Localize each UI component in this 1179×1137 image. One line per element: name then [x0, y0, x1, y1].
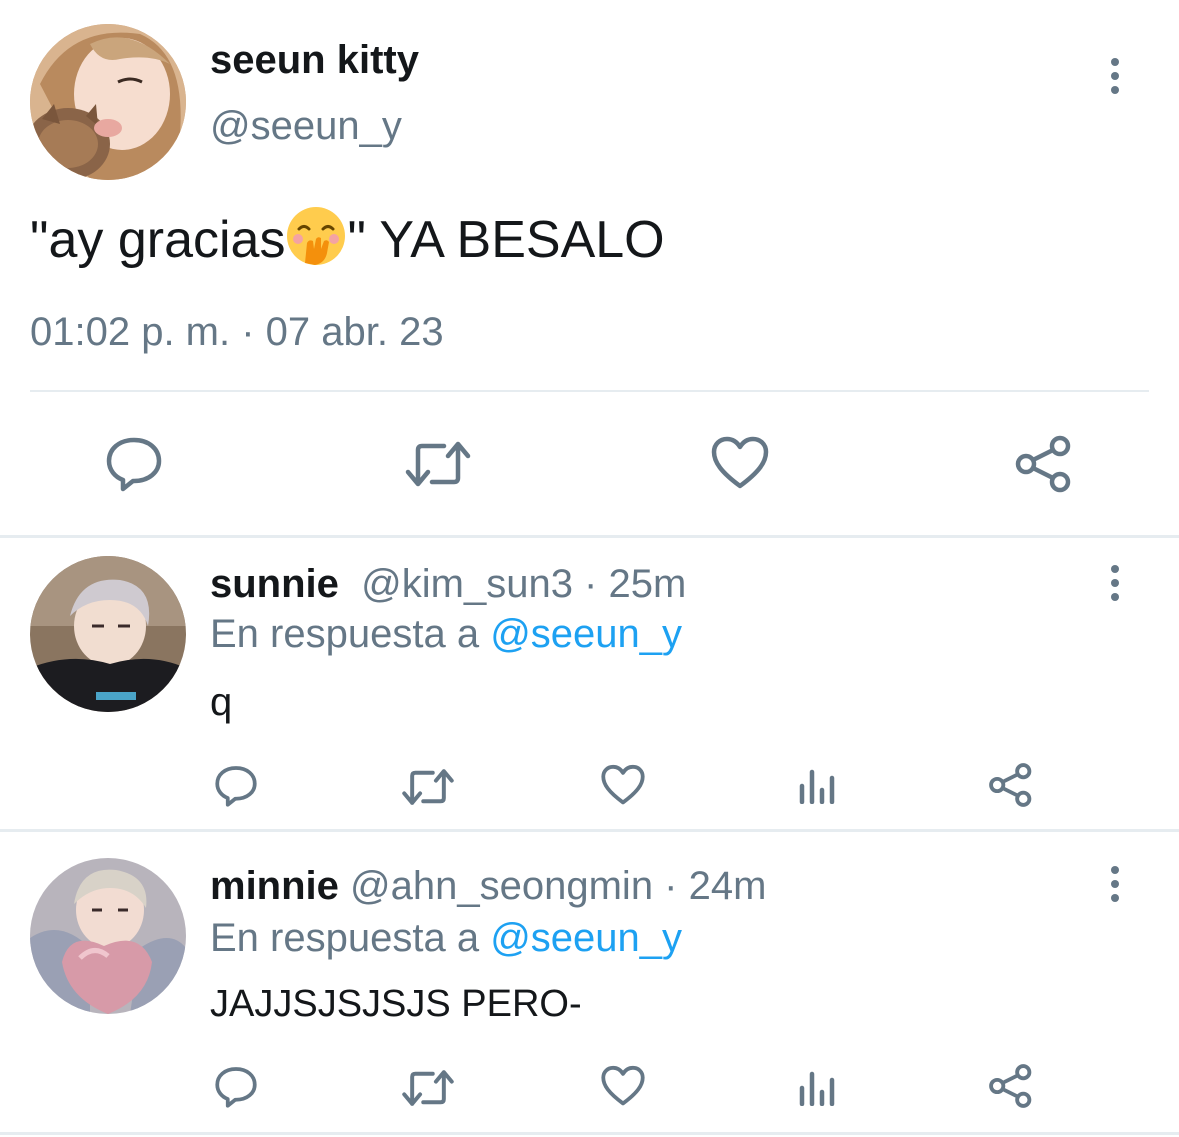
like-icon[interactable]	[601, 764, 645, 806]
mention-link[interactable]: @seeun_y	[490, 916, 682, 960]
reply-header: minnie @ahn_seongmin · 24m	[210, 864, 766, 909]
retweet-icon[interactable]	[404, 440, 472, 488]
tweet-text-part: " YA BESALO	[347, 211, 665, 269]
separator	[0, 1132, 1179, 1135]
like-icon[interactable]	[711, 436, 769, 490]
reply-text: JAJJSJSJSJS PERO-	[210, 983, 582, 1025]
like-icon[interactable]	[601, 1065, 645, 1107]
share-icon[interactable]	[988, 762, 1034, 808]
more-options-icon[interactable]	[1105, 565, 1125, 601]
author-name[interactable]: minnie	[210, 864, 339, 908]
share-icon[interactable]	[988, 1063, 1034, 1109]
more-options-icon[interactable]	[1105, 58, 1125, 94]
in-reply-label: En respuesta a	[210, 612, 491, 656]
stats-icon[interactable]	[798, 764, 838, 804]
author-handle[interactable]: @kim_sun3	[361, 562, 573, 606]
timestamp[interactable]: 01:02 p. m. · 07 abr. 23	[30, 310, 444, 355]
avatar-photo	[30, 556, 186, 712]
tweet-text-part: "ay gracias	[30, 211, 286, 269]
mention-link[interactable]: @seeun_y	[490, 612, 682, 656]
reply-icon[interactable]	[105, 436, 163, 492]
in-reply-label: En respuesta a	[210, 916, 491, 960]
reply-header: sunnie @kim_sun3 · 25m	[210, 562, 686, 607]
author-handle[interactable]: @seeun_y	[210, 104, 402, 149]
in-reply-to: En respuesta a @seeun_y	[210, 612, 682, 657]
avatar[interactable]	[30, 858, 186, 1014]
reply-icon[interactable]	[214, 1066, 258, 1108]
reply-time: · 25m	[572, 562, 687, 606]
separator	[0, 535, 1179, 538]
author-name[interactable]: sunnie	[210, 562, 339, 606]
avatar[interactable]	[30, 556, 186, 712]
reply-icon[interactable]	[214, 765, 258, 807]
author-handle[interactable]: @ahn_seongmin	[350, 864, 653, 908]
separator	[0, 829, 1179, 832]
share-icon[interactable]	[1014, 434, 1074, 494]
author-name[interactable]: seeun kitty	[210, 38, 419, 83]
more-options-icon[interactable]	[1105, 866, 1125, 902]
avatar[interactable]	[30, 24, 186, 180]
divider	[30, 390, 1149, 392]
retweet-icon[interactable]	[401, 768, 455, 806]
in-reply-to: En respuesta a @seeun_y	[210, 916, 682, 961]
hand-over-mouth-emoji	[285, 205, 347, 267]
stats-icon[interactable]	[798, 1066, 838, 1106]
avatar-photo	[30, 858, 186, 1014]
tweet-text: "ay gracias " YA BESALO	[30, 205, 665, 270]
avatar-photo	[30, 24, 186, 180]
reply-text: q	[210, 680, 233, 724]
reply-time: · 24m	[653, 864, 767, 908]
retweet-icon[interactable]	[401, 1069, 455, 1107]
